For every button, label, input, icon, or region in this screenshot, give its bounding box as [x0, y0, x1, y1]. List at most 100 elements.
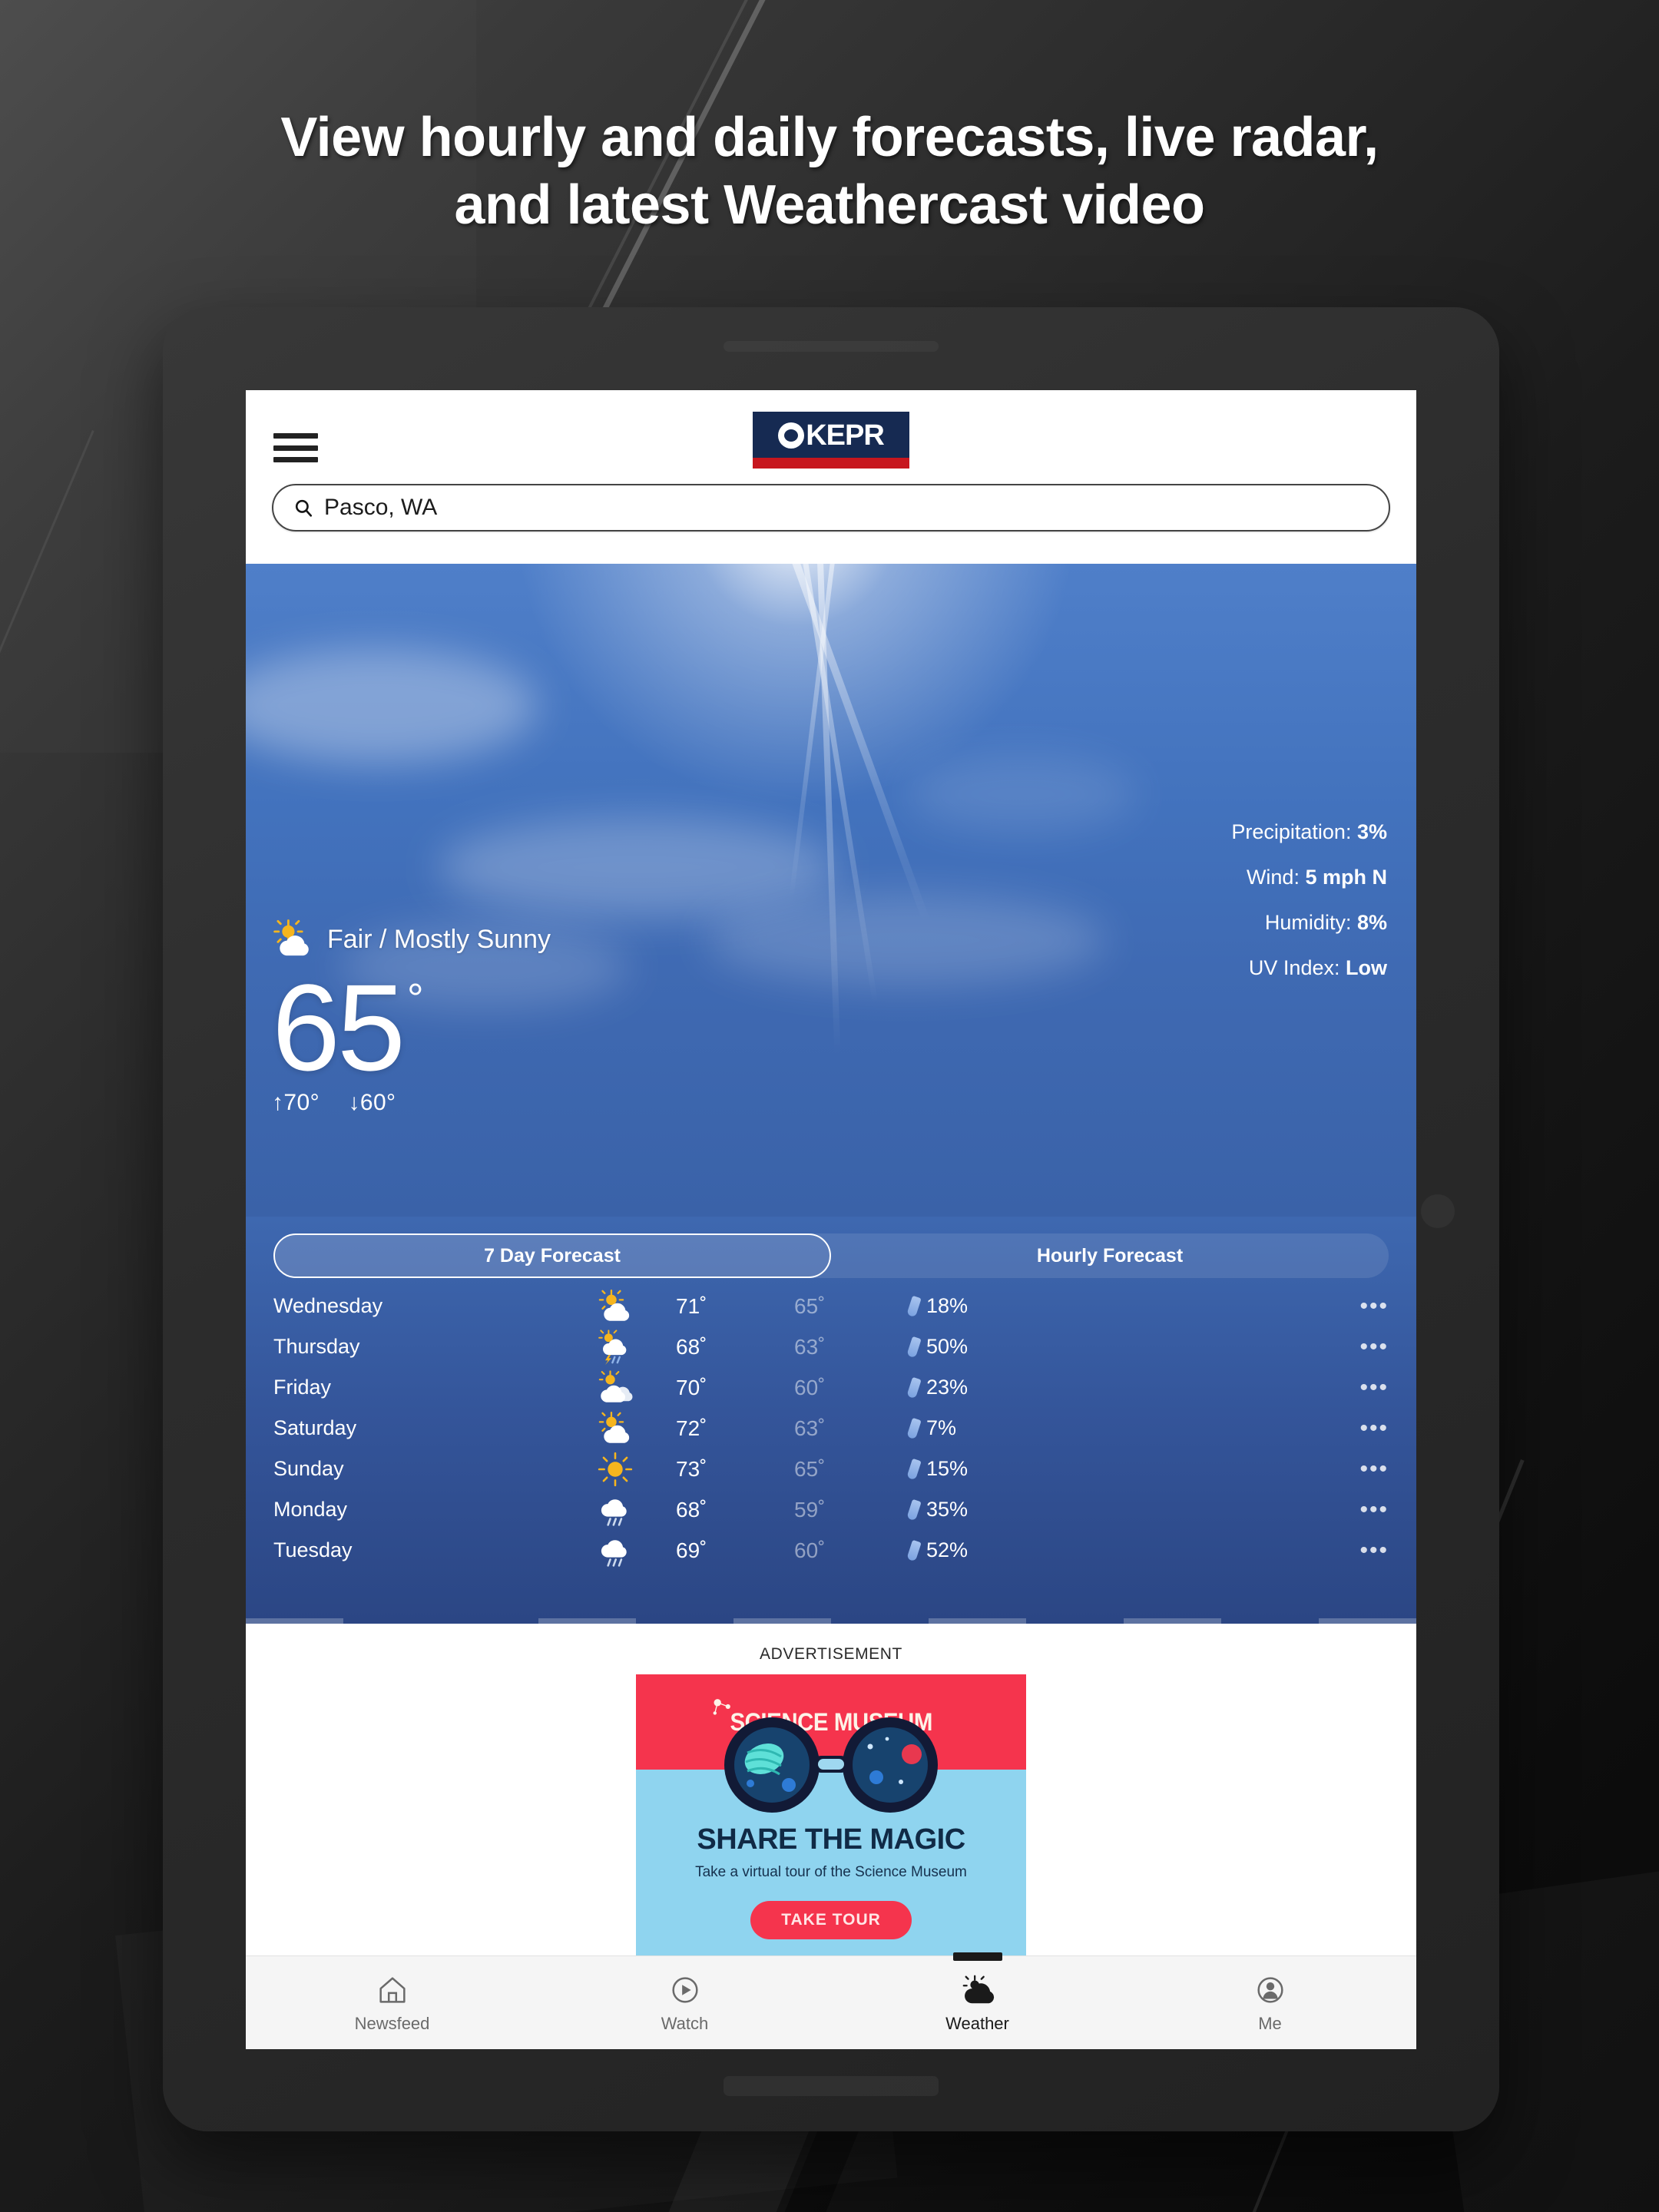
kepr-logo-red-bar [753, 458, 909, 469]
nav-item-me[interactable]: Me [1124, 1956, 1416, 2049]
sun-behind-cloud-icon [565, 1411, 665, 1446]
forecast-high: 72˚ [676, 1416, 707, 1440]
cloud-rain-icon [565, 1492, 665, 1528]
kepr-wordmark: KEPR [806, 419, 885, 452]
hamburger-menu-icon[interactable] [273, 430, 318, 465]
stat-label: Humidity: [1264, 911, 1352, 934]
app-screen: KEPR Pasco, WA Fair / Mostly Sunny 65 ° … [246, 390, 1416, 2049]
tablet-side-button [1421, 1194, 1455, 1228]
promo-headline-line-1: View hourly and daily forecasts, live ra… [280, 107, 1379, 168]
take-tour-button[interactable]: TAKE TOUR [750, 1901, 912, 1939]
forecast-row-more-button[interactable]: ••• [1335, 1335, 1389, 1358]
nav-label: Me [1258, 2013, 1282, 2033]
stat-uv-index: UV Index: Low [1231, 956, 1387, 980]
forecast-day: Friday [273, 1376, 332, 1399]
sun-cloud-thunder-rain-icon [565, 1329, 665, 1365]
degree-symbol: ° [406, 975, 424, 1022]
forecast-row[interactable]: Thursday 68˚ 63˚ 50% ••• [246, 1326, 1416, 1367]
advertisement-subtext: Take a virtual tour of the Science Museu… [695, 1864, 967, 1880]
forecast-row[interactable]: Saturday 72˚ 63˚ 7% ••• [246, 1408, 1416, 1449]
raindrop-icon [906, 1498, 922, 1521]
forecast-row-more-button[interactable]: ••• [1335, 1457, 1389, 1480]
tab-hourly-forecast[interactable]: Hourly Forecast [831, 1233, 1389, 1278]
nav-item-weather[interactable]: Weather [831, 1952, 1124, 2049]
stat-wind: Wind: 5 mph N [1231, 866, 1387, 889]
forecast-precipitation: 50% [896, 1335, 1335, 1359]
forecast-row[interactable]: Tuesday 69˚ 60˚ 52% ••• [246, 1530, 1416, 1571]
tablet-speaker-grille-bottom [724, 2076, 939, 2096]
nav-label: Weather [945, 2013, 1009, 2033]
current-low: ↓60° [348, 1090, 396, 1116]
forecast-precipitation: 18% [896, 1294, 1335, 1318]
raindrop-icon [906, 1539, 922, 1561]
forecast-row[interactable]: Sunday 73˚ 65˚ 15% ••• [246, 1449, 1416, 1489]
tablet-speaker-grille-top [724, 341, 939, 352]
app-content-area: ADVERTISEMENT SCIENCE MUSEUM SHARE THE M… [246, 1624, 1416, 2049]
forecast-row[interactable]: Friday 70˚ 60˚ 23% ••• [246, 1367, 1416, 1408]
forecast-row[interactable]: Monday 68˚ 59˚ 35% ••• [246, 1489, 1416, 1530]
app-header: KEPR Pasco, WA [246, 390, 1416, 564]
cloud-rain-icon [565, 1533, 665, 1568]
forecast-tab-bar: 7 Day Forecast Hourly Forecast [273, 1233, 1389, 1278]
stat-value: 8% [1356, 911, 1387, 934]
sun-icon [565, 1452, 665, 1487]
forecast-precip-value: 7% [926, 1416, 957, 1439]
active-tab-indicator [952, 1952, 1002, 1961]
current-weather-hero: Fair / Mostly Sunny 65 ° ↑70° ↓60° Preci… [246, 564, 1416, 1217]
raindrop-icon [906, 1376, 922, 1399]
promo-screenshot-root: View hourly and daily forecasts, live ra… [0, 0, 1659, 2212]
cloud-wisp [906, 756, 1137, 833]
forecast-low: 63˚ [794, 1416, 826, 1440]
forecast-day: Tuesday [273, 1538, 353, 1561]
current-condition-text: Fair / Mostly Sunny [327, 924, 551, 954]
kepr-logo[interactable]: KEPR [753, 412, 909, 469]
forecast-row[interactable]: Wednesday 71˚ 65˚ 18% ••• [246, 1286, 1416, 1326]
kepr-logo-row: KEPR [778, 412, 885, 456]
forecast-row-more-button[interactable]: ••• [1335, 1498, 1389, 1521]
tab-label: 7 Day Forecast [484, 1244, 621, 1267]
tab-7-day-forecast[interactable]: 7 Day Forecast [273, 1233, 831, 1278]
forecast-precipitation: 52% [896, 1538, 1335, 1562]
cloud-wisp [438, 817, 837, 917]
promo-headline: View hourly and daily forecasts, live ra… [0, 104, 1659, 240]
forecast-day: Wednesday [273, 1294, 383, 1317]
cbs-eye-icon [778, 422, 805, 449]
nav-item-watch[interactable]: Watch [538, 1956, 831, 2049]
forecast-row-more-button[interactable]: ••• [1335, 1538, 1389, 1561]
forecast-scroll-ticks [246, 1618, 1416, 1624]
hamburger-bar [273, 445, 318, 451]
stat-precipitation: Precipitation: 3% [1231, 820, 1387, 844]
sun-ray [776, 564, 931, 923]
advertisement-banner[interactable]: SCIENCE MUSEUM SHARE THE MAGIC Take a vi… [636, 1674, 1026, 2000]
play-icon [671, 1976, 698, 2003]
stat-label: Wind: [1246, 866, 1300, 889]
forecast-precip-value: 18% [926, 1294, 969, 1317]
raindrop-icon [906, 1295, 922, 1317]
current-stats-list: Precipitation: 3% Wind: 5 mph N Humidity… [1231, 820, 1387, 980]
forecast-precipitation: 35% [896, 1498, 1335, 1522]
forecast-high: 70˚ [676, 1375, 707, 1399]
forecast-precip-value: 15% [926, 1457, 969, 1480]
search-icon [295, 499, 313, 517]
forecast-low: 60˚ [794, 1538, 826, 1562]
advertisement-label: ADVERTISEMENT [760, 1645, 902, 1663]
cloud-wisp [707, 894, 1106, 986]
stat-value: 3% [1356, 820, 1387, 843]
forecast-row-more-button[interactable]: ••• [1335, 1294, 1389, 1317]
forecast-row-more-button[interactable]: ••• [1335, 1376, 1389, 1399]
hamburger-bar [273, 457, 318, 462]
forecast-precip-value: 23% [926, 1376, 969, 1399]
search-input[interactable]: Pasco, WA [272, 484, 1390, 531]
cloud-wisp [246, 648, 538, 763]
nav-label: Watch [661, 2013, 709, 2033]
current-high: ↑70° [272, 1090, 320, 1116]
current-temperature-value: 65 [272, 959, 406, 1096]
forecast-day: Monday [273, 1498, 348, 1521]
forecast-day: Sunday [273, 1457, 344, 1480]
current-temperature-main: 65 ° [272, 959, 424, 1096]
sun-ray [816, 564, 841, 1055]
nav-item-newsfeed[interactable]: Newsfeed [246, 1956, 538, 2049]
forecast-row-more-button[interactable]: ••• [1335, 1416, 1389, 1439]
forecast-day: Thursday [273, 1335, 360, 1358]
current-condition-row: Fair / Mostly Sunny [273, 919, 551, 960]
